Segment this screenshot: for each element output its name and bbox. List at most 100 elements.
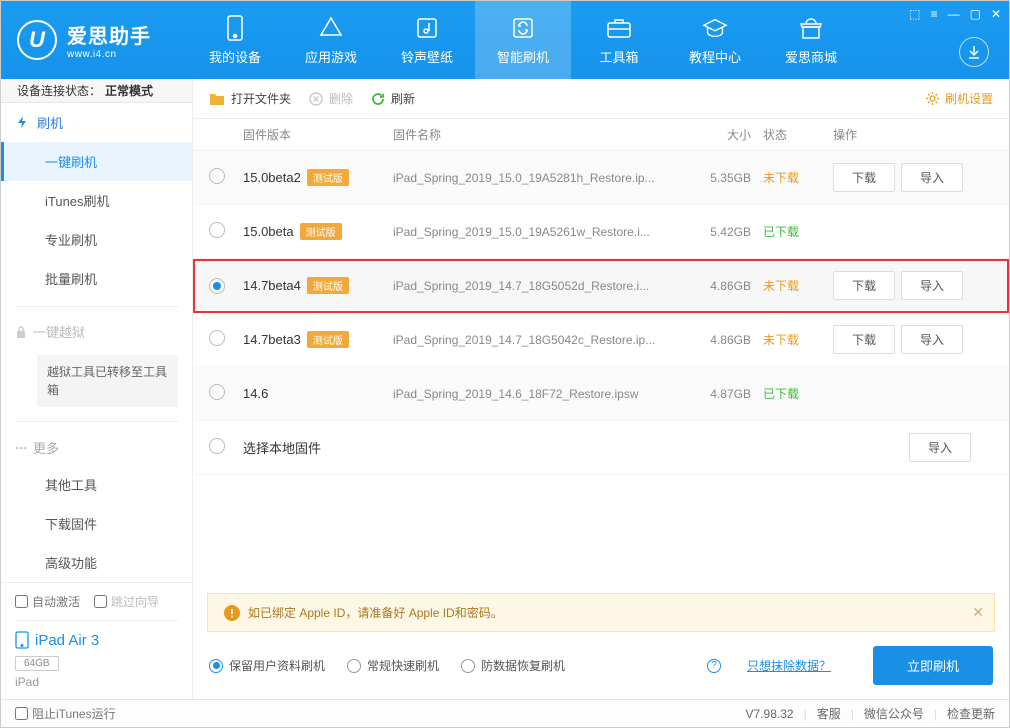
sidebar-item-batch[interactable]: 批量刷机 [1, 259, 192, 298]
row-radio[interactable] [209, 384, 225, 400]
refresh-button[interactable]: 刷新 [371, 90, 415, 107]
row-radio[interactable] [209, 222, 225, 238]
minimize-icon[interactable]: ― [948, 7, 960, 21]
row-size: 5.42GB [693, 225, 763, 239]
delete-button: 删除 [309, 90, 353, 107]
firmware-row[interactable]: 15.0beta测试版iPad_Spring_2019_15.0_19A5261… [193, 205, 1009, 259]
download-manager-icon[interactable] [959, 37, 989, 67]
check-update-link[interactable]: 检查更新 [947, 705, 995, 722]
flash-settings-button[interactable]: 刷机设置 [925, 90, 993, 107]
open-folder-button[interactable]: 打开文件夹 [209, 90, 291, 107]
download-button[interactable]: 下载 [833, 163, 895, 192]
wechat-link[interactable]: 微信公众号 [864, 705, 924, 722]
main-nav: 我的设备 应用游戏 铃声壁纸 智能刷机 工具箱 教程中心 爱思商城 [187, 1, 859, 79]
beta-badge: 测试版 [307, 277, 349, 294]
firmware-row[interactable]: 14.7beta4测试版iPad_Spring_2019_14.7_18G505… [193, 259, 1009, 313]
sidebar: 设备连接状态： 正常模式 刷机 一键刷机 iTunes刷机 专业刷机 批量刷机 … [1, 79, 193, 699]
import-local-button[interactable]: 导入 [909, 433, 971, 462]
device-name[interactable]: iPad Air 3 [15, 631, 178, 649]
sidebar-item-download-fw[interactable]: 下载固件 [1, 504, 192, 543]
download-button[interactable]: 下载 [833, 271, 895, 300]
content-area: 打开文件夹 删除 刷新 刷机设置 固件版本 固件名称 大小 状态 操作 [193, 79, 1009, 699]
close-icon[interactable]: ✕ [991, 7, 1001, 21]
app-site: www.i4.cn [67, 49, 151, 60]
row-filename: iPad_Spring_2019_15.0_19A5281h_Restore.i… [393, 171, 693, 185]
erase-only-link[interactable]: 只想抹除数据？ [747, 657, 831, 674]
row-radio[interactable] [209, 278, 225, 294]
skip-guide-checkbox[interactable]: 跳过向导 [94, 593, 159, 610]
sidebar-cat-flash[interactable]: 刷机 [1, 103, 192, 142]
opt-keep-data[interactable]: 保留用户资料刷机 [209, 657, 325, 674]
row-radio[interactable] [209, 330, 225, 346]
nav-ringtones[interactable]: 铃声壁纸 [379, 1, 475, 79]
row-radio[interactable] [209, 168, 225, 184]
row-version: 14.6 [243, 386, 393, 401]
row-version: 15.0beta测试版 [243, 223, 393, 240]
toolbar: 打开文件夹 删除 刷新 刷机设置 [193, 79, 1009, 119]
sidebar-item-advanced[interactable]: 高级功能 [1, 543, 192, 582]
help-icon[interactable]: ? [707, 659, 721, 673]
col-size[interactable]: 大小 [693, 126, 763, 143]
row-size: 4.86GB [693, 333, 763, 347]
table-header: 固件版本 固件名称 大小 状态 操作 [193, 119, 1009, 151]
sidebar-item-other[interactable]: 其他工具 [1, 465, 192, 504]
shirt-icon[interactable]: ⬚ [909, 7, 920, 21]
sidebar-item-pro[interactable]: 专业刷机 [1, 220, 192, 259]
col-ops[interactable]: 操作 [833, 126, 993, 143]
block-itunes-checkbox[interactable]: 阻止iTunes运行 [15, 705, 116, 722]
sidebar-item-itunes[interactable]: iTunes刷机 [1, 181, 192, 220]
menu-icon[interactable]: ≡ [931, 7, 938, 21]
app-name: 爱思助手 [67, 20, 151, 49]
opt-normal[interactable]: 常规快速刷机 [347, 657, 439, 674]
nav-toolbox[interactable]: 工具箱 [571, 1, 667, 79]
beta-badge: 测试版 [307, 331, 349, 348]
maximize-icon[interactable]: ▢ [970, 7, 981, 21]
nav-apps[interactable]: 应用游戏 [283, 1, 379, 79]
logo-area: U 爱思助手 www.i4.cn [17, 20, 187, 60]
window-controls: ⬚ ≡ ― ▢ ✕ [909, 7, 1001, 21]
device-capacity: 64GB [15, 656, 59, 671]
opt-antierase[interactable]: 防数据恢复刷机 [461, 657, 565, 674]
lock-icon [15, 325, 27, 339]
col-version[interactable]: 固件版本 [243, 126, 393, 143]
auto-activate-checkbox[interactable]: 自动激活 [15, 593, 80, 610]
import-button[interactable]: 导入 [901, 163, 963, 192]
firmware-row[interactable]: 14.6iPad_Spring_2019_14.6_18F72_Restore.… [193, 367, 1009, 421]
version-label: V7.98.32 [746, 707, 794, 721]
connection-status: 设备连接状态： 正常模式 [1, 79, 192, 103]
reload-icon [371, 92, 385, 106]
firmware-row[interactable]: 14.7beta3测试版iPad_Spring_2019_14.7_18G504… [193, 313, 1009, 367]
nav-store[interactable]: 爱思商城 [763, 1, 859, 79]
close-warning-icon[interactable]: ✕ [972, 604, 984, 621]
radio-local[interactable] [209, 438, 225, 454]
download-button[interactable]: 下载 [833, 325, 895, 354]
col-name[interactable]: 固件名称 [393, 126, 693, 143]
music-icon [414, 15, 440, 41]
row-size: 4.87GB [693, 387, 763, 401]
phone-icon [222, 15, 248, 41]
nav-flash[interactable]: 智能刷机 [475, 1, 571, 79]
sidebar-cat-jailbreak: 一键越狱 [1, 314, 192, 349]
flash-options: 保留用户资料刷机 常规快速刷机 防数据恢复刷机 ? 只想抹除数据？ 立即刷机 [193, 632, 1009, 699]
warning-icon [224, 605, 240, 621]
footer: 阻止iTunes运行 V7.98.32 | 客服 | 微信公众号 | 检查更新 [1, 699, 1009, 727]
flash-now-button[interactable]: 立即刷机 [873, 646, 993, 685]
gear-icon [925, 91, 940, 106]
import-button[interactable]: 导入 [901, 325, 963, 354]
row-filename: iPad_Spring_2019_14.7_18G5052d_Restore.i… [393, 279, 693, 293]
delete-icon [309, 92, 323, 106]
sidebar-cat-more[interactable]: 更多 [1, 430, 192, 465]
row-filename: iPad_Spring_2019_14.7_18G5042c_Restore.i… [393, 333, 693, 347]
nav-tutorials[interactable]: 教程中心 [667, 1, 763, 79]
firmware-row[interactable]: 15.0beta2测试版iPad_Spring_2019_15.0_19A528… [193, 151, 1009, 205]
row-status: 未下载 [763, 169, 833, 186]
firmware-list: 15.0beta2测试版iPad_Spring_2019_15.0_19A528… [193, 151, 1009, 421]
row-version: 14.7beta3测试版 [243, 331, 393, 348]
import-button[interactable]: 导入 [901, 271, 963, 300]
customer-service-link[interactable]: 客服 [817, 705, 841, 722]
local-firmware-row[interactable]: 选择本地固件 导入 [193, 421, 1009, 475]
appleid-warning: 如已绑定 Apple ID，请准备好 Apple ID和密码。 ✕ [207, 593, 995, 632]
sidebar-item-oneclick[interactable]: 一键刷机 [1, 142, 192, 181]
col-status[interactable]: 状态 [763, 126, 833, 143]
nav-my-device[interactable]: 我的设备 [187, 1, 283, 79]
